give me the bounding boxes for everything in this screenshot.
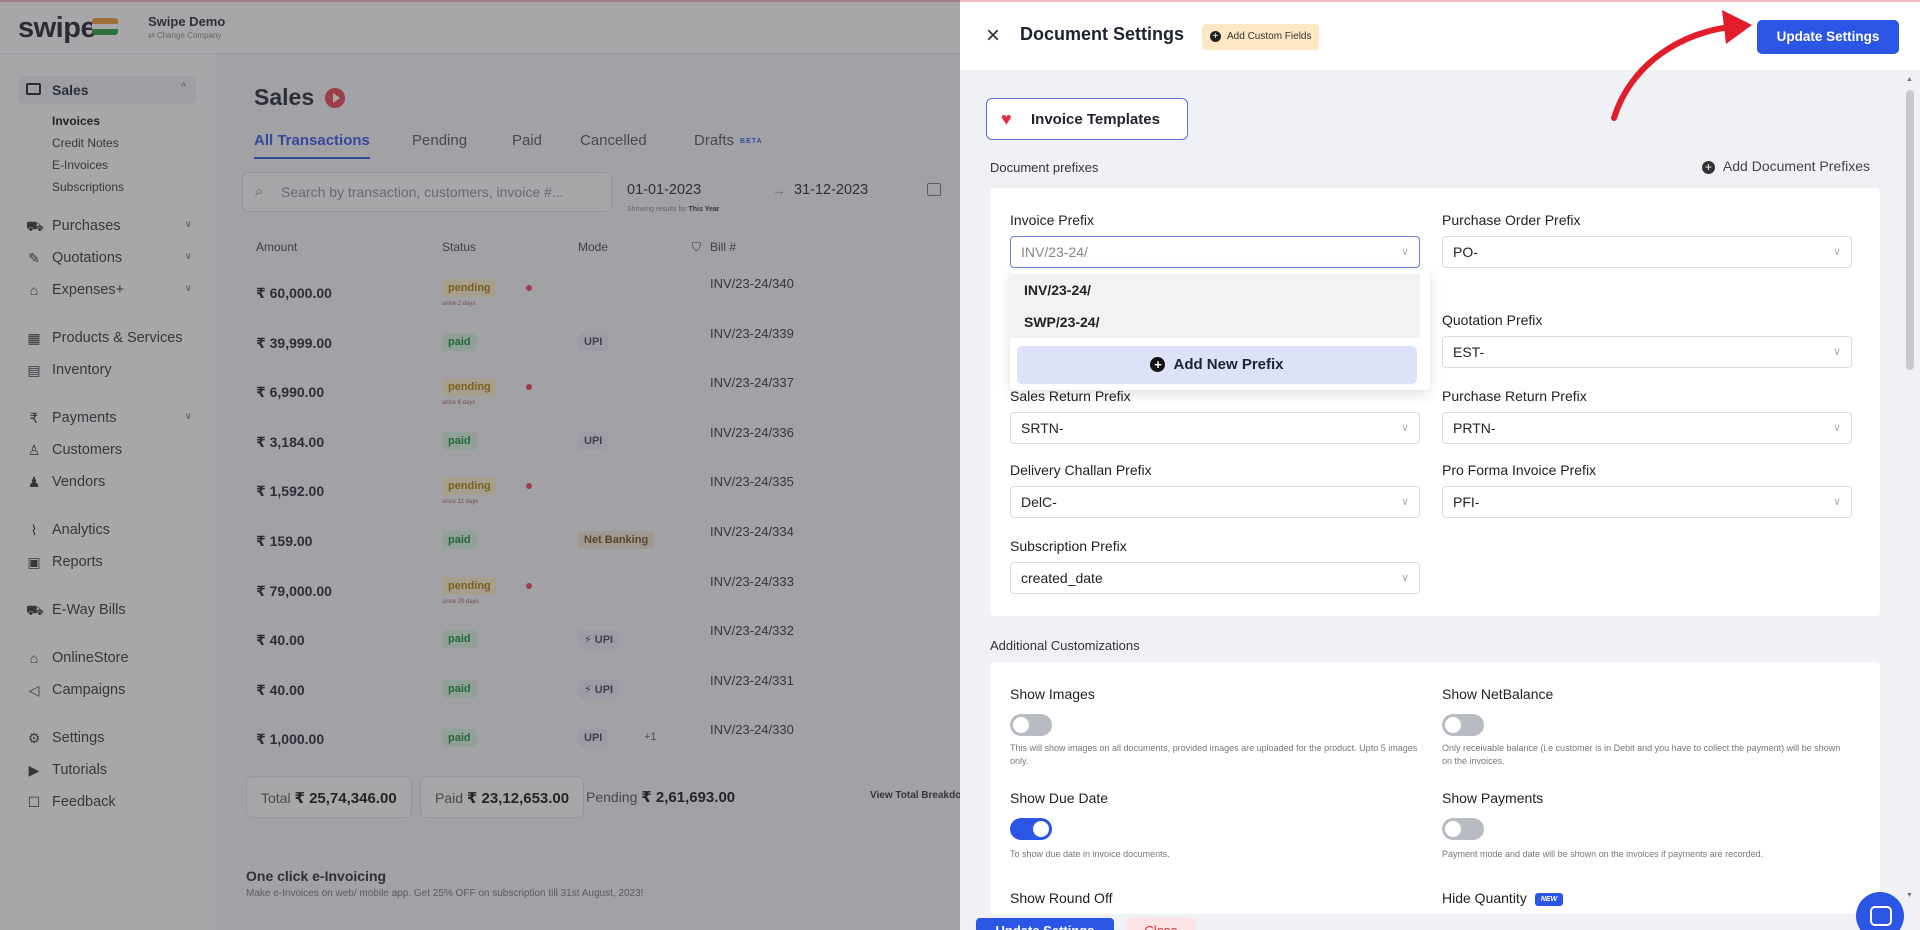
chat-support-icon[interactable] — [1856, 892, 1904, 930]
drawer-footer: Update Settings Close — [960, 914, 1920, 930]
show-payments-toggle[interactable] — [1442, 818, 1484, 840]
plus-circle-icon: + — [1150, 357, 1166, 372]
annotation-arrow-icon — [1611, 10, 1752, 121]
purchase-order-prefix-select[interactable]: PO- ∨ — [1442, 236, 1852, 268]
pro-forma-prefix-value: PFI- — [1453, 494, 1480, 510]
additional-section-label: Additional Customizations — [990, 638, 1140, 653]
update-settings-button[interactable]: Update Settings — [1757, 20, 1899, 54]
add-prefix-label: Add Document Prefixes — [1722, 158, 1870, 174]
sales-return-prefix-select[interactable]: SRTN- ∨ — [1010, 412, 1420, 444]
subscription-prefix-value: created_date — [1021, 570, 1103, 586]
purchase-return-prefix-value: PRTN- — [1453, 420, 1496, 436]
scrollbar-thumb[interactable] — [1906, 90, 1914, 370]
hide-quantity-text: Hide Quantity — [1442, 890, 1527, 906]
invoice-templates-button[interactable]: ♥ Invoice Templates — [986, 98, 1188, 140]
prefix-card: Invoice Prefix INV/23-24/ ∨ Purchase Orde… — [990, 188, 1880, 616]
sales-return-prefix-value: SRTN- — [1021, 420, 1064, 436]
add-new-prefix-label: Add New Prefix — [1173, 356, 1284, 373]
chevron-down-icon: ∨ — [1832, 346, 1841, 358]
add-new-prefix-button[interactable]: + Add New Prefix — [1017, 346, 1417, 384]
drawer-title: Document Settings — [1020, 24, 1185, 44]
new-badge: NEW — [1534, 892, 1564, 906]
purchase-return-prefix-select[interactable]: PRTN- ∨ — [1442, 412, 1852, 444]
show-due-date-desc: To show due date in invoice documents. — [1010, 849, 1170, 859]
purchase-return-prefix-label: Purchase Return Prefix — [1442, 388, 1587, 404]
heart-icon: ♥ — [1001, 109, 1012, 129]
pro-forma-prefix-select[interactable]: PFI- ∨ — [1442, 486, 1852, 518]
delivery-challan-prefix-label: Delivery Challan Prefix — [1010, 462, 1152, 478]
invoice-templates-label: Invoice Templates — [1031, 111, 1160, 128]
purchase-order-prefix-value: PO- — [1453, 244, 1478, 260]
invoice-prefix-select[interactable]: INV/23-24/ ∨ — [1010, 236, 1420, 268]
purchase-order-prefix-label: Purchase Order Prefix — [1442, 212, 1581, 228]
custom-fields-label: Add Custom Fields — [1227, 31, 1312, 42]
dropdown-option[interactable]: SWP/23-24/ — [1010, 306, 1420, 338]
quotation-prefix-label: Quotation Prefix — [1442, 312, 1543, 328]
invoice-prefix-label: Invoice Prefix — [1010, 212, 1095, 228]
delivery-challan-prefix-select[interactable]: DelC- ∨ — [1010, 486, 1420, 518]
delivery-challan-prefix-value: DelC- — [1021, 494, 1057, 510]
invoice-prefix-dropdown: INV/23-24/ SWP/23-24/ + Add New Prefix — [1010, 270, 1430, 390]
scroll-up-icon[interactable]: ▲ — [1906, 76, 1913, 83]
chevron-down-icon: ∨ — [1400, 496, 1409, 508]
show-images-desc: This will show images on all documents, … — [1010, 743, 1418, 766]
chevron-down-icon: ∨ — [1400, 422, 1409, 434]
scroll-down-icon[interactable]: ▼ — [1906, 892, 1913, 899]
drawer-scrollbar[interactable]: ▲ ▼ — [1904, 76, 1916, 906]
pro-forma-prefix-label: Pro Forma Invoice Prefix — [1442, 462, 1597, 478]
drawer-header: × Document Settings + Add Custom Fields U… — [960, 2, 1920, 70]
subscription-prefix-select[interactable]: created_date ∨ — [1010, 562, 1420, 594]
chevron-down-icon: ∨ — [1832, 422, 1841, 434]
plus-circle-icon: + — [1210, 30, 1221, 42]
prefix-section-label: Document prefixes — [990, 160, 1099, 175]
customizations-card: Show Images This will show images on all… — [990, 662, 1880, 914]
plus-circle-icon: + — [1701, 161, 1715, 174]
show-due-date-label: Show Due Date — [1010, 790, 1109, 806]
add-document-prefixes-button[interactable]: + Add Document Prefixes — [1701, 158, 1870, 174]
show-netbalance-label: Show NetBalance — [1442, 686, 1554, 702]
show-payments-desc: Payment mode and date will be shown on t… — [1442, 849, 1764, 859]
show-netbalance-desc: Only receivable balance (i.e customer is… — [1442, 743, 1841, 766]
show-netbalance-toggle[interactable] — [1442, 714, 1484, 736]
close-footer-button[interactable]: Close — [1126, 918, 1196, 930]
show-round-off-label: Show Round Off — [1010, 890, 1113, 906]
show-images-label: Show Images — [1010, 686, 1095, 702]
document-settings-drawer: × Document Settings + Add Custom Fields U… — [960, 0, 1920, 930]
subscription-prefix-label: Subscription Prefix — [1010, 538, 1127, 554]
invoice-prefix-value: INV/23-24/ — [1021, 244, 1088, 260]
quotation-prefix-select[interactable]: EST- ∨ — [1442, 336, 1852, 368]
update-settings-footer-button[interactable]: Update Settings — [976, 918, 1114, 930]
chevron-down-icon: ∨ — [1400, 246, 1409, 258]
show-images-toggle[interactable] — [1010, 714, 1052, 736]
chevron-down-icon: ∨ — [1832, 246, 1841, 258]
show-due-date-toggle[interactable] — [1010, 818, 1052, 840]
chevron-down-icon: ∨ — [1832, 496, 1841, 508]
sales-return-prefix-label: Sales Return Prefix — [1010, 388, 1131, 404]
chevron-down-icon: ∨ — [1400, 572, 1409, 584]
hide-quantity-label: Hide Quantity NEW — [1442, 890, 1564, 906]
add-custom-fields-button[interactable]: + Add Custom Fields — [1202, 24, 1320, 50]
quotation-prefix-value: EST- — [1453, 344, 1485, 360]
dropdown-option[interactable]: INV/23-24/ — [1010, 274, 1420, 306]
close-icon[interactable]: × — [986, 22, 1000, 50]
show-payments-label: Show Payments — [1442, 790, 1544, 806]
